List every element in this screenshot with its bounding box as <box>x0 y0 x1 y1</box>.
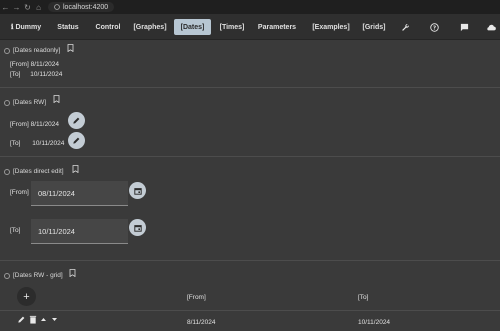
back-icon[interactable]: ← <box>0 3 11 12</box>
bookmark-icon[interactable] <box>67 44 74 52</box>
pencil-icon <box>73 117 80 124</box>
bookmark-icon[interactable] <box>69 269 76 277</box>
rw-to-row: [To] 10/11/2024 <box>10 140 64 147</box>
from-value: 8/11/2024 <box>30 61 60 68</box>
edit-from-button[interactable] <box>68 112 85 129</box>
grid-cell-from[interactable]: 8/11/2024 <box>187 319 215 326</box>
to-value: 10/11/2024 <box>30 71 63 78</box>
radio-icon[interactable] <box>4 99 10 106</box>
edit-to-button[interactable] <box>68 132 85 149</box>
direct-to-label: [To] <box>10 227 21 234</box>
from-value: 8/11/2024 <box>30 121 60 128</box>
pencil-icon <box>73 137 80 144</box>
radio-icon[interactable] <box>4 168 10 175</box>
readonly-from-row: [From] 8/11/2024 <box>10 61 59 68</box>
app-navbar: ℹ Dummy Status Control [Graphes] [Dates]… <box>0 14 500 40</box>
section-title-text: [Dates RW] <box>13 99 47 106</box>
address-bar[interactable]: localhost:4200 <box>48 2 115 12</box>
grid-divider <box>0 310 500 311</box>
tab-examples[interactable]: [Examples] <box>307 20 355 34</box>
reload-icon[interactable]: ↻ <box>22 3 33 12</box>
to-value: 10/11/2024 <box>32 140 65 147</box>
grid-header-from: [From] <box>187 294 206 301</box>
tab-dates[interactable]: [Dates] <box>174 19 211 35</box>
from-date-input[interactable]: 08/11/2024 <box>31 181 128 206</box>
from-calendar-button[interactable] <box>129 182 146 199</box>
url-text: localhost:4200 <box>63 3 109 11</box>
tab-times[interactable]: [Times] <box>215 20 249 34</box>
help-icon[interactable]: ? <box>427 20 441 34</box>
section-title-text: [Dates readonly] <box>13 47 61 54</box>
site-info-icon <box>54 4 60 10</box>
section-title-text: [Dates RW - grid] <box>13 272 63 279</box>
section-title: [Dates readonly] <box>4 47 60 54</box>
tab-dummy[interactable]: ℹ Dummy <box>5 20 47 34</box>
to-label: [To] <box>10 140 21 147</box>
tab-control[interactable]: Control <box>90 20 126 34</box>
to-calendar-button[interactable] <box>129 219 146 236</box>
tab-graphes[interactable]: [Graphes] <box>130 20 170 34</box>
bookmark-icon[interactable] <box>72 165 79 173</box>
from-label: [From] <box>10 61 29 68</box>
section-dates-direct-edit: [Dates direct edit] [From] 08/11/2024 [T… <box>0 158 500 261</box>
browser-toolbar: ← → ↻ ⌂ localhost:4200 <box>0 0 500 14</box>
radio-icon[interactable] <box>4 272 10 279</box>
wrench-icon[interactable] <box>398 20 412 34</box>
grid-cell-to[interactable]: 10/11/2024 <box>358 319 390 326</box>
move-down-icon[interactable] <box>51 315 58 326</box>
from-label: [From] <box>10 121 29 128</box>
tab-grids[interactable]: [Grids] <box>360 20 388 34</box>
move-up-icon[interactable] <box>40 315 47 326</box>
section-title: [Dates direct edit] <box>4 168 64 175</box>
section-dates-rw: [Dates RW] [From] 8/11/2024 [To] 10/11/2… <box>0 89 500 157</box>
home-icon[interactable]: ⌂ <box>33 3 44 12</box>
direct-from-label: [From] <box>10 189 29 196</box>
forward-icon[interactable]: → <box>11 3 22 12</box>
tab-parameters[interactable]: Parameters <box>254 20 300 34</box>
rw-from-row: [From] 8/11/2024 <box>10 121 59 128</box>
pencil-icon[interactable] <box>17 315 26 326</box>
calendar-icon <box>133 224 142 232</box>
svg-text:?: ? <box>432 25 435 31</box>
section-dates-rw-grid: [Dates RW - grid] + [From] [To] 8/11/202… <box>0 262 500 331</box>
calendar-icon <box>133 187 142 195</box>
section-dates-readonly: [Dates readonly] [From] 8/11/2024 [To] 1… <box>0 41 500 88</box>
grid-header-to: [To] <box>358 294 369 301</box>
plus-icon: + <box>23 290 30 303</box>
to-date-input[interactable]: 10/11/2024 <box>31 219 128 244</box>
readonly-to-row: [To] 10/11/2024 <box>10 71 62 78</box>
chat-icon[interactable] <box>457 20 471 34</box>
tab-status[interactable]: Status <box>52 20 84 34</box>
delete-icon[interactable] <box>29 315 37 326</box>
radio-icon[interactable] <box>4 47 10 54</box>
cloud-icon[interactable] <box>484 20 498 34</box>
bookmark-icon[interactable] <box>53 95 60 103</box>
to-label: [To] <box>10 71 21 78</box>
section-title: [Dates RW] <box>4 99 46 106</box>
add-row-button[interactable]: + <box>17 287 36 306</box>
section-title-text: [Dates direct edit] <box>13 168 64 175</box>
section-title: [Dates RW - grid] <box>4 272 63 279</box>
